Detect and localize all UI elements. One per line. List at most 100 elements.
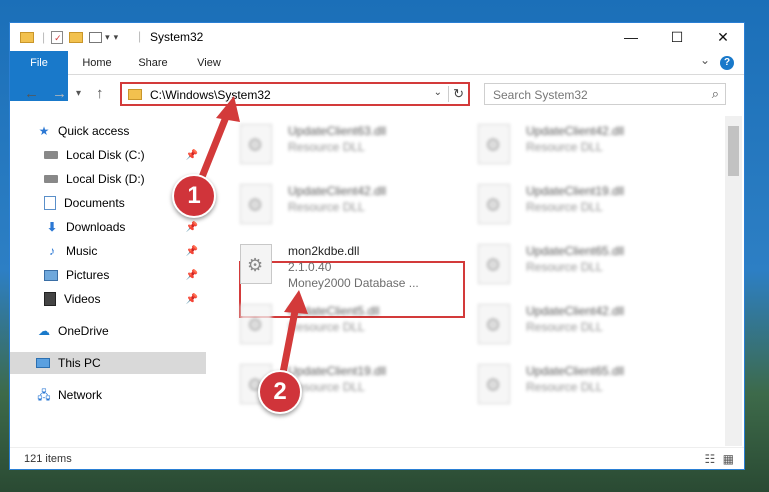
view-toggle: ☷ ▦ — [705, 452, 734, 466]
status-bar: 121 items ☷ ▦ — [10, 447, 744, 469]
sidebar-item-quick-access[interactable]: ★ Quick access — [36, 120, 232, 142]
item-count: 121 items — [24, 453, 72, 465]
large-icons-view-icon[interactable]: ▦ — [723, 452, 734, 466]
list-item-mon2kdbe[interactable]: mon2kdbe.dll 2.1.0.40 Money2000 Database… — [226, 240, 456, 290]
sidebar-item-label: Documents — [64, 196, 125, 210]
scrollbar-thumb[interactable] — [728, 126, 739, 176]
file-name: UpdateClient42.dll — [526, 304, 625, 318]
tab-home[interactable]: Home — [74, 51, 120, 75]
dll-file-icon — [240, 244, 272, 284]
title-bar: | ✓ ▾ ▾ | System32 — ☐ ✕ — [10, 23, 744, 51]
sidebar-item-label: Music — [66, 244, 98, 258]
sidebar-item-label: OneDrive — [58, 324, 109, 338]
sidebar-item-label: Local Disk (D:) — [66, 172, 145, 186]
file-description: Money2000 Database ... — [288, 276, 419, 290]
videos-icon — [44, 292, 56, 306]
dll-file-icon — [240, 304, 272, 344]
list-item[interactable]: UpdateClient42.dll Resource DLL — [464, 120, 694, 170]
file-description: Resource DLL — [526, 200, 603, 214]
tab-view[interactable]: View — [186, 51, 232, 75]
file-name: UpdateClient5.dll — [288, 304, 380, 318]
search-placeholder: Search System32 — [493, 88, 588, 102]
details-view-icon[interactable]: ☷ — [705, 452, 716, 466]
quick-access-toolbar: | ✓ ▾ ▾ — [20, 28, 118, 46]
recent-dropdown-icon[interactable]: ▾ — [76, 88, 81, 99]
search-input[interactable]: Search System32 ⌕ — [484, 83, 726, 105]
file-name: UpdateClient63.dll — [288, 124, 387, 138]
navigation-bar: ← → ▾ ↑ C:\Windows\System32 ⌄ ↻ Search S… — [10, 76, 744, 112]
sidebar-item-local-disk-c[interactable]: Local Disk (C:) 📌 — [44, 144, 206, 166]
view-options-icon[interactable] — [89, 31, 103, 43]
properties-icon[interactable]: ✓ — [51, 30, 64, 44]
tab-share[interactable]: Share — [130, 51, 176, 75]
sidebar-item-label: Network — [58, 388, 103, 402]
window-title: System32 — [150, 30, 204, 44]
list-item[interactable]: UpdateClient65.dll Resource DLL — [464, 240, 694, 290]
list-item[interactable]: UpdateClient63.dll Resource DLL — [226, 120, 456, 170]
list-item[interactable]: UpdateClient42.dll Resource DLL — [464, 300, 694, 350]
ribbon-expand-icon[interactable]: ⌄ — [700, 53, 710, 67]
address-dropdown-icon[interactable]: ⌄ — [434, 87, 442, 98]
file-name: mon2kdbe.dll — [288, 244, 360, 258]
list-item[interactable]: UpdateClient5.dll Resource DLL — [226, 300, 456, 350]
sidebar-item-videos[interactable]: Videos 📌 — [44, 288, 206, 310]
folder-icon[interactable] — [20, 31, 34, 43]
search-icon[interactable]: ⌕ — [712, 86, 719, 102]
sidebar-item-pictures[interactable]: Pictures 📌 — [44, 264, 206, 286]
file-description: Resource DLL — [526, 320, 603, 334]
forward-arrow-icon[interactable]: → — [52, 85, 67, 102]
dll-file-icon — [240, 184, 272, 224]
file-description: Resource DLL — [526, 260, 603, 274]
title-divider: | — [138, 29, 142, 43]
new-folder-icon[interactable] — [69, 31, 84, 43]
sidebar-item-onedrive[interactable]: ☁ OneDrive — [36, 320, 206, 342]
computer-icon — [36, 358, 50, 368]
address-bar[interactable]: C:\Windows\System32 ⌄ ↻ — [120, 82, 470, 106]
qa-chevron-icon[interactable]: ▾ — [114, 32, 119, 43]
close-button[interactable]: ✕ — [700, 23, 744, 51]
up-arrow-icon[interactable]: ↑ — [96, 85, 104, 102]
drive-icon — [44, 151, 58, 159]
dll-file-icon — [240, 124, 272, 164]
file-description: Resource DLL — [288, 200, 365, 214]
folder-icon — [128, 89, 142, 100]
minimize-button[interactable]: — — [608, 23, 654, 51]
downloads-icon: ⬇ — [46, 220, 58, 234]
file-description: Resource DLL — [526, 380, 603, 394]
sidebar-item-label: Videos — [64, 292, 101, 306]
pin-icon[interactable]: 📌 — [186, 246, 198, 257]
list-item[interactable]: UpdateClient65.dll Resource DLL — [464, 360, 694, 410]
vertical-scrollbar[interactable] — [725, 116, 742, 446]
music-icon: ♪ — [49, 244, 55, 258]
file-description: Resource DLL — [288, 140, 365, 154]
maximize-button[interactable]: ☐ — [654, 23, 700, 51]
pin-icon[interactable]: 📌 — [186, 294, 198, 305]
dll-file-icon — [478, 364, 510, 404]
sidebar-item-music[interactable]: ♪ Music 📌 — [44, 240, 206, 262]
help-icon[interactable]: ? — [720, 56, 734, 70]
dll-file-icon — [478, 244, 510, 284]
sidebar-item-label: Pictures — [66, 268, 110, 282]
pin-icon[interactable]: 📌 — [186, 222, 198, 233]
pin-icon[interactable]: 📌 — [186, 270, 198, 281]
file-name: UpdateClient19.dll — [526, 184, 625, 198]
customize-dropdown-icon[interactable]: ▾ — [105, 32, 110, 43]
file-name: UpdateClient65.dll — [526, 364, 625, 378]
ribbon-tabs: File Home Share View ⌄ ? — [10, 51, 744, 101]
file-name: UpdateClient65.dll — [526, 244, 625, 258]
sidebar-item-downloads[interactable]: ⬇ Downloads 📌 — [44, 216, 206, 238]
address-path[interactable]: C:\Windows\System32 — [150, 88, 271, 102]
sidebar-item-label: Local Disk (C:) — [66, 148, 145, 162]
pictures-icon — [44, 269, 58, 281]
drive-icon — [44, 175, 58, 183]
dll-file-icon — [478, 304, 510, 344]
list-item[interactable]: UpdateClient19.dll Resource DLL — [464, 180, 694, 230]
list-item[interactable]: UpdateClient42.dll Resource DLL — [226, 180, 456, 230]
refresh-icon[interactable]: ↻ — [448, 86, 464, 102]
pin-icon[interactable]: 📌 — [186, 150, 198, 161]
sidebar-item-this-pc[interactable]: This PC — [10, 352, 206, 374]
sidebar-item-network[interactable]: 🖧 Network — [36, 384, 206, 406]
step-2-badge: 2 — [258, 370, 302, 414]
star-icon: ★ — [38, 124, 50, 138]
back-arrow-icon[interactable]: ← — [24, 85, 39, 102]
